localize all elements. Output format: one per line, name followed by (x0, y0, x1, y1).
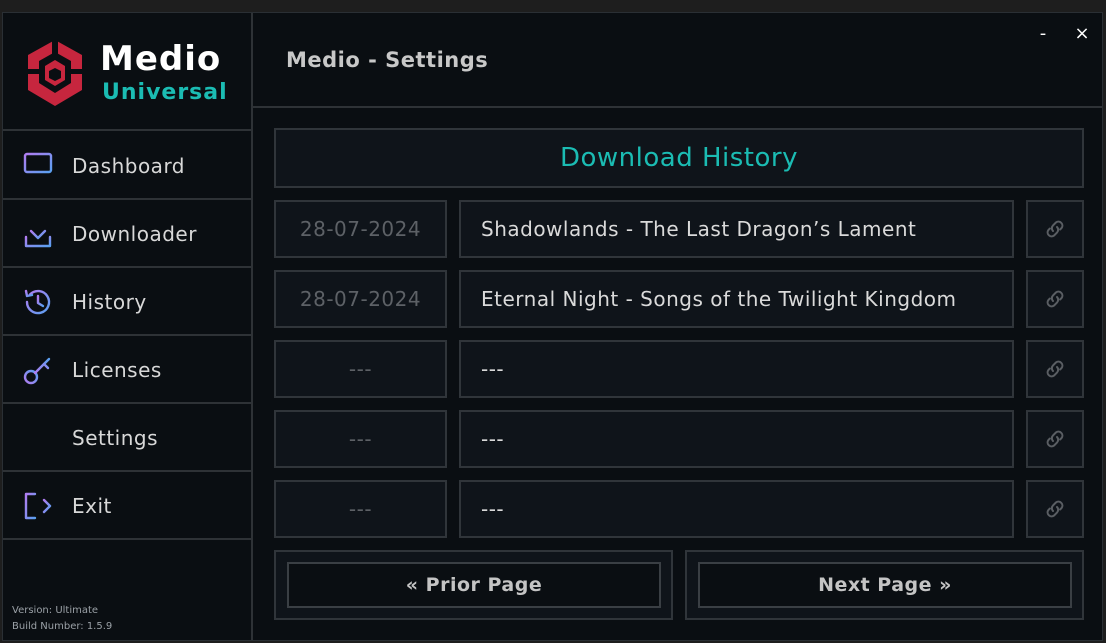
sidebar-item-label: Exit (72, 494, 112, 518)
sidebar-item-label: Licenses (72, 358, 162, 382)
sidebar-item-licenses[interactable]: Licenses (3, 336, 251, 404)
sidebar-item-dashboard[interactable]: Dashboard (3, 132, 251, 200)
history-link-button[interactable] (1026, 480, 1084, 538)
brand-logo: Medio Universal (3, 13, 251, 131)
history-date: 28-07-2024 (274, 270, 447, 328)
version-info: Version: Ultimate Build Number: 1.5.9 (12, 603, 112, 635)
sidebar-item-label: Downloader (72, 222, 197, 246)
history-title: --- (459, 340, 1014, 398)
key-icon (23, 357, 51, 385)
download-icon (24, 219, 52, 248)
link-icon (1046, 290, 1064, 308)
close-button[interactable]: × (1072, 23, 1092, 44)
history-icon (24, 289, 51, 315)
sliders-icon (22, 423, 54, 453)
sidebar-item-label: History (72, 290, 147, 314)
history-title: --- (459, 410, 1014, 468)
history-link-button[interactable] (1026, 200, 1084, 258)
link-icon (1046, 220, 1064, 238)
link-icon (1046, 500, 1064, 518)
next-page-container: Next Page » (685, 550, 1084, 620)
history-link-button[interactable] (1026, 340, 1084, 398)
sidebar-item-downloader[interactable]: Downloader (3, 200, 251, 268)
minimize-button[interactable]: - (1033, 23, 1053, 44)
version-label: Version: Ultimate (12, 605, 99, 616)
prior-page-container: « Prior Page (274, 550, 673, 620)
history-date: --- (274, 410, 447, 468)
history-title: Eternal Night - Songs of the Twilight Ki… (459, 270, 1014, 328)
monitor-icon (23, 152, 53, 180)
history-date: --- (274, 340, 447, 398)
history-date: 28-07-2024 (274, 200, 447, 258)
link-icon (1046, 360, 1064, 378)
history-link-button[interactable] (1026, 270, 1084, 328)
prior-page-button[interactable]: « Prior Page (287, 562, 661, 608)
build-number: Build Number: 1.5.9 (12, 621, 113, 632)
brand-subtitle: Universal (102, 80, 228, 105)
sidebar-item-label: Dashboard (72, 154, 186, 178)
sidebar-item-settings[interactable]: Settings (3, 404, 251, 472)
sidebar-item-label: Settings (72, 426, 159, 450)
sidebar-item-exit[interactable]: Exit (3, 472, 251, 540)
header: Medio - Settings - × (253, 13, 1102, 108)
link-icon (1046, 430, 1064, 448)
exit-icon (24, 492, 52, 520)
download-history-title: Download History (274, 128, 1084, 188)
history-title: --- (459, 480, 1014, 538)
history-title: Shadowlands - The Last Dragon’s Lament (459, 200, 1014, 258)
cube-logo-icon (28, 40, 82, 106)
history-link-button[interactable] (1026, 410, 1084, 468)
sidebar-item-history[interactable]: History (3, 268, 251, 336)
next-page-button[interactable]: Next Page » (698, 562, 1072, 608)
brand-name: Medio (100, 39, 222, 79)
app-window: Medio Universal Dashboard Downloader His… (2, 12, 1103, 641)
sidebar: Medio Universal Dashboard Downloader His… (3, 13, 253, 640)
page-title: Medio - Settings (286, 48, 489, 72)
history-date: --- (274, 480, 447, 538)
